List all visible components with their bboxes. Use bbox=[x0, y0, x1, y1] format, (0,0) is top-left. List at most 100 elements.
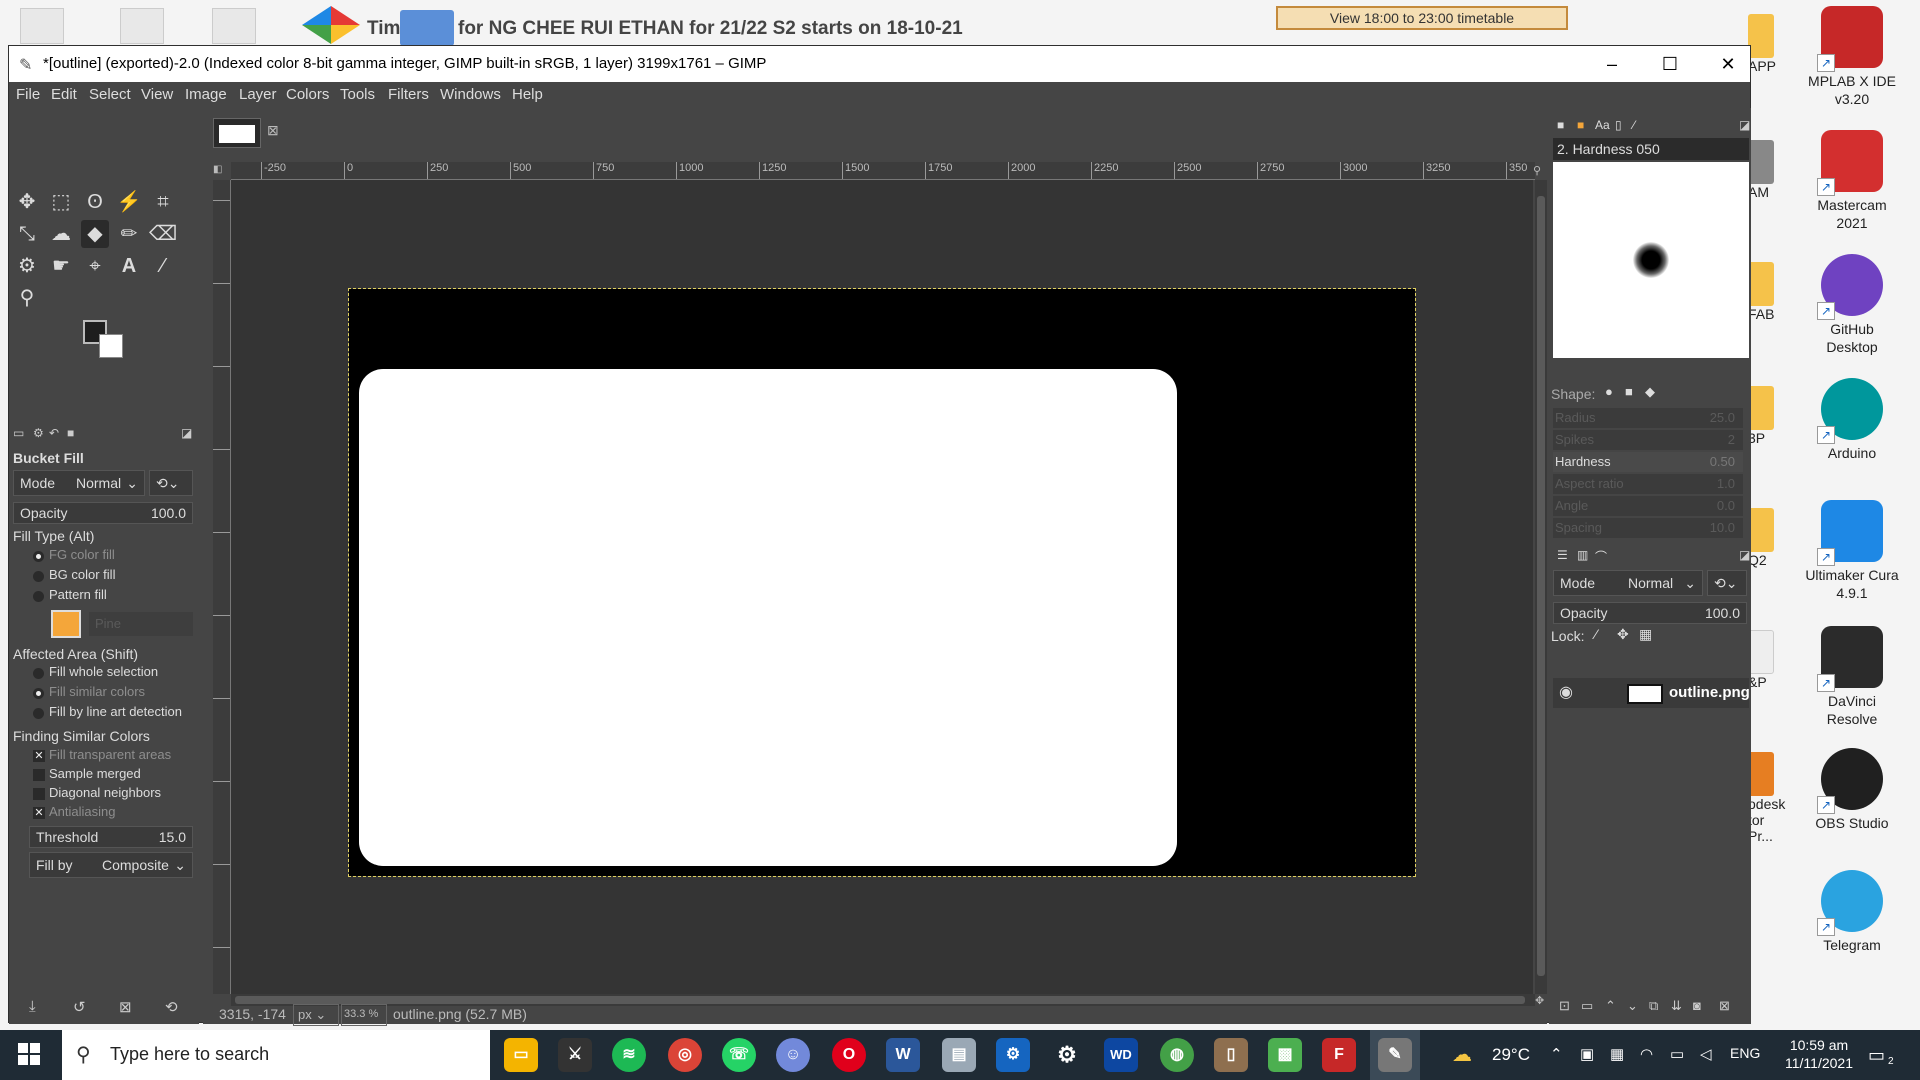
layers-tab-icon[interactable]: ☰ bbox=[1557, 548, 1568, 562]
menu-view[interactable]: View bbox=[141, 86, 173, 103]
arduino-desktop-icon[interactable]: Arduino bbox=[1804, 378, 1900, 462]
menu-windows[interactable]: Windows bbox=[440, 86, 501, 103]
eye-icon[interactable]: ◉ bbox=[1559, 682, 1573, 702]
panel-menu-icon[interactable]: ◪ bbox=[1739, 548, 1750, 562]
reset-options-icon[interactable]: ⟲ bbox=[165, 998, 178, 1016]
raise-layer-icon[interactable]: ⌃ bbox=[1605, 998, 1616, 1014]
notepad-icon[interactable]: ▯ bbox=[1214, 1038, 1248, 1072]
meet-now-icon[interactable]: ▣ bbox=[1580, 1045, 1594, 1063]
crop-icon[interactable]: ⌗ bbox=[149, 188, 177, 216]
image-tab[interactable] bbox=[213, 118, 261, 148]
diamond-shape-icon[interactable]: ◆ bbox=[1645, 384, 1655, 400]
pattern-fill-radio[interactable] bbox=[33, 591, 44, 602]
threshold-slider[interactable]: Threshold 15.0 bbox=[29, 826, 193, 848]
mastercam-desktop-icon[interactable]: Mastercam 2021 bbox=[1804, 130, 1900, 232]
image-layer[interactable] bbox=[348, 288, 1416, 877]
new-layer-group-icon[interactable]: ▭ bbox=[1581, 998, 1593, 1014]
weather-temp[interactable]: 29°C bbox=[1492, 1045, 1530, 1065]
recycle-bin-icon[interactable] bbox=[20, 8, 64, 44]
transform-icon[interactable]: ⤡ bbox=[13, 220, 41, 248]
antialiasing-checkbox[interactable]: ✕ bbox=[33, 807, 45, 819]
minimize-button[interactable]: – bbox=[1583, 46, 1641, 82]
opera-icon[interactable]: O bbox=[832, 1038, 866, 1072]
menu-colors[interactable]: Colors bbox=[286, 86, 329, 103]
mode-reset-select[interactable]: ⟲⌄ bbox=[149, 470, 193, 496]
menu-layer[interactable]: Layer bbox=[239, 86, 277, 103]
menu-tools[interactable]: Tools bbox=[340, 86, 375, 103]
fuzzy-select-icon[interactable]: ⚡ bbox=[115, 188, 143, 216]
restore-options-icon[interactable]: ↺ bbox=[73, 998, 86, 1016]
paintbrush-icon[interactable]: ✏ bbox=[115, 220, 143, 248]
tool-options-icon[interactable]: ⚙ bbox=[33, 426, 44, 440]
layer-opacity-slider[interactable]: Opacity 100.0 bbox=[1553, 602, 1747, 624]
fill-similar-radio[interactable] bbox=[33, 688, 44, 699]
volume-icon[interactable]: ◁ bbox=[1700, 1045, 1712, 1063]
lower-layer-icon[interactable]: ⌄ bbox=[1627, 998, 1638, 1014]
new-layer-icon[interactable]: ⊡ bbox=[1559, 998, 1570, 1014]
mode-select[interactable]: Mode Normal ⌄ bbox=[13, 470, 145, 496]
smudge-icon[interactable]: ☛ bbox=[47, 252, 75, 280]
menu-file[interactable]: File bbox=[16, 86, 40, 103]
menu-help[interactable]: Help bbox=[512, 86, 543, 103]
maximize-button[interactable]: ☐ bbox=[1641, 46, 1699, 82]
desktop-partial-icon[interactable]: &P bbox=[1748, 630, 1776, 690]
desktop-partial-icon[interactable]: Q2 bbox=[1748, 508, 1776, 568]
save-options-icon[interactable]: ⤓ bbox=[29, 998, 36, 1015]
close-button[interactable]: ✕ bbox=[1699, 46, 1757, 82]
paint-dynamics-icon[interactable]: ⁄ bbox=[1633, 118, 1635, 132]
canvas[interactable] bbox=[231, 180, 1533, 994]
images-tab-icon[interactable]: ■ bbox=[67, 426, 74, 440]
fill-transparent-checkbox[interactable]: ✕ bbox=[33, 750, 45, 762]
paths-tab-icon[interactable]: ⌒ bbox=[1595, 548, 1607, 565]
rect-select-icon[interactable]: ⬚ bbox=[47, 188, 75, 216]
settings-gear-icon[interactable]: ⚙ bbox=[1050, 1038, 1084, 1072]
lock-pixels-icon[interactable]: ⁄ bbox=[1595, 626, 1597, 642]
discord-icon[interactable]: ☺ bbox=[776, 1038, 810, 1072]
diagonal-neighbors-checkbox[interactable] bbox=[33, 788, 45, 800]
view-timetable-button[interactable]: View 18:00 to 23:00 timetable bbox=[1276, 6, 1568, 30]
notifications-icon[interactable]: ▭ bbox=[1868, 1045, 1885, 1066]
display-icon[interactable]: ▦ bbox=[1610, 1045, 1624, 1063]
wifi-icon[interactable]: ◠ bbox=[1640, 1045, 1653, 1063]
whatsapp-icon[interactable]: ☏ bbox=[722, 1038, 756, 1072]
davinci-desktop-icon[interactable]: DaVinci Resolve bbox=[1804, 626, 1900, 728]
forza-icon[interactable]: F bbox=[1322, 1038, 1356, 1072]
lasso-icon[interactable]: ʘ bbox=[81, 188, 109, 216]
globe-icon[interactable]: ◍ bbox=[1160, 1038, 1194, 1072]
system-clock[interactable]: 10:59 am 11/11/2021 bbox=[1774, 1036, 1864, 1072]
layer-mode-reset[interactable]: ⟲⌄ bbox=[1707, 570, 1747, 596]
desktop-partial-icon[interactable]: AM bbox=[1748, 140, 1776, 200]
chevron-up-icon[interactable]: ⌃ bbox=[1550, 1045, 1563, 1063]
zoom-select[interactable]: 33.3 % bbox=[341, 1004, 387, 1026]
square-shape-icon[interactable]: ■ bbox=[1625, 384, 1633, 399]
menu-filters[interactable]: Filters bbox=[388, 86, 429, 103]
merge-layer-icon[interactable]: ⇊ bbox=[1671, 998, 1682, 1014]
fg-fill-radio[interactable] bbox=[33, 551, 44, 562]
opacity-slider[interactable]: Opacity 100.0 bbox=[13, 502, 193, 524]
cura-desktop-icon[interactable]: Ultimaker Cura 4.9.1 bbox=[1804, 500, 1900, 602]
app-icon[interactable]: ⚙ bbox=[996, 1038, 1030, 1072]
panel-menu-icon[interactable]: ◪ bbox=[181, 426, 192, 440]
background-color-swatch[interactable] bbox=[99, 334, 123, 358]
close-tab-icon[interactable]: ⊠ bbox=[267, 122, 279, 139]
obs-desktop-icon[interactable]: OBS Studio bbox=[1804, 748, 1900, 832]
bg-fill-radio[interactable] bbox=[33, 571, 44, 582]
circle-shape-icon[interactable]: ● bbox=[1605, 384, 1613, 399]
title-bar[interactable]: ✎ *[outline] (exported)-2.0 (Indexed col… bbox=[9, 46, 1750, 82]
sample-merged-checkbox[interactable] bbox=[33, 769, 45, 781]
delete-layer-icon[interactable]: ⊠ bbox=[1719, 998, 1730, 1014]
language-indicator[interactable]: ENG bbox=[1730, 1045, 1760, 1061]
desktop-partial-icon[interactable]: FAB bbox=[1748, 262, 1776, 322]
panel-menu-icon[interactable]: ◪ bbox=[1739, 118, 1750, 132]
clone-icon[interactable]: ⚙ bbox=[13, 252, 41, 280]
file-explorer-icon[interactable]: ▭ bbox=[504, 1038, 538, 1072]
fill-selection-radio[interactable] bbox=[33, 668, 44, 679]
aspect-ratio-field[interactable]: Aspect ratio 1.0 bbox=[1553, 474, 1743, 494]
layer-row[interactable]: ◉ outline.png bbox=[1553, 678, 1750, 708]
lock-position-icon[interactable]: ✥ bbox=[1617, 626, 1629, 643]
paths-icon[interactable]: ⌖ bbox=[81, 252, 109, 280]
layer-mode-select[interactable]: Mode Normal ⌄ bbox=[1553, 570, 1703, 596]
quick-mask-icon[interactable]: ◧ bbox=[213, 164, 222, 175]
menu-edit[interactable]: Edit bbox=[51, 86, 77, 103]
minecraft-icon[interactable]: ▩ bbox=[1268, 1038, 1302, 1072]
